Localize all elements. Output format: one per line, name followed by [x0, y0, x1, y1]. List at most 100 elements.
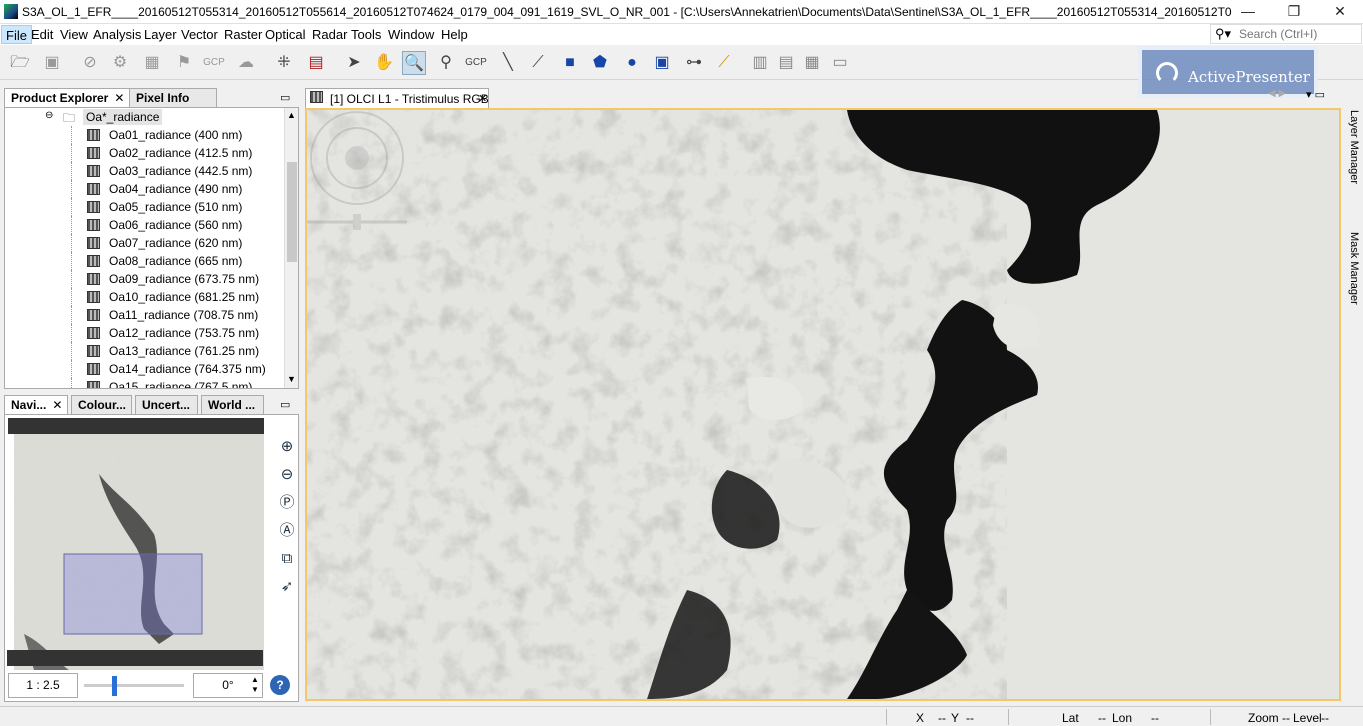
- restore-button[interactable]: ❐: [1271, 0, 1317, 24]
- tab-uncertainty[interactable]: Uncert...: [135, 395, 198, 414]
- band-label: Oa02_radiance (412.5 nm): [109, 146, 253, 160]
- scroll-down-icon[interactable]: ▼: [287, 374, 296, 384]
- pan-tool-icon[interactable]: ✋: [372, 51, 396, 75]
- menu-raster[interactable]: Raster: [224, 27, 262, 42]
- tab-product-explorer[interactable]: Product Explorer ✕: [4, 88, 132, 107]
- tree-guide-line: [71, 162, 72, 180]
- band-list-item[interactable]: Oa02_radiance (412.5 nm): [5, 144, 284, 162]
- ellipse-draw-icon[interactable]: ●: [620, 51, 644, 75]
- menu-radar[interactable]: Radar: [312, 27, 347, 42]
- tab-image-view[interactable]: [1] OLCI L1 - Tristimulus RGB ✕: [305, 88, 489, 108]
- nav-thumbnail[interactable]: [14, 434, 264, 670]
- menu-tools[interactable]: Tools: [351, 27, 381, 42]
- close-button[interactable]: ✕: [1317, 0, 1363, 24]
- band-list-item[interactable]: Oa13_radiance (761.25 nm): [5, 342, 284, 360]
- menu-layer[interactable]: Layer: [144, 27, 177, 42]
- band-list-item[interactable]: Oa11_radiance (708.75 nm): [5, 306, 284, 324]
- menu-view[interactable]: View: [60, 27, 88, 42]
- band-list-item[interactable]: Oa14_radiance (764.375 nm): [5, 360, 284, 378]
- tree-folder-oa-radiance[interactable]: ⊖ 🗀 Oa*_radiance: [5, 108, 285, 126]
- wand-icon[interactable]: ⟋: [712, 51, 736, 75]
- tab-world[interactable]: World ...: [201, 395, 264, 414]
- menu-optical[interactable]: Optical: [265, 27, 305, 42]
- rectangle-draw-icon[interactable]: ■: [558, 51, 582, 75]
- tree-guide-line: [71, 288, 72, 306]
- close-tab-icon[interactable]: ✕: [52, 398, 62, 412]
- ruler-icon[interactable]: ⊶: [682, 51, 706, 75]
- zoom-pixel-icon[interactable]: Ⓟ: [277, 493, 297, 513]
- magic-wand-icon[interactable]: ▣: [650, 51, 674, 75]
- tile-evenly-icon[interactable]: ▥: [748, 51, 772, 75]
- minimize-panel-icon[interactable]: ▭: [280, 398, 290, 411]
- tile-horizontal-icon[interactable]: ▤: [774, 51, 798, 75]
- band-list-item[interactable]: Oa03_radiance (442.5 nm): [5, 162, 284, 180]
- tab-pixel-info[interactable]: Pixel Info: [129, 88, 217, 107]
- rotation-spinner-icon[interactable]: ▲ ▼: [251, 675, 259, 695]
- zoom-all-icon[interactable]: Ⓐ: [277, 521, 297, 541]
- close-tab-icon[interactable]: ✕: [478, 92, 487, 105]
- zoom-slider-thumb[interactable]: [112, 676, 117, 696]
- polygon-draw-icon[interactable]: ⬟: [588, 51, 612, 75]
- band-list-item[interactable]: Oa12_radiance (753.75 nm): [5, 324, 284, 342]
- zoom-out-icon[interactable]: ⊖: [277, 465, 297, 485]
- nav-viewport-rect[interactable]: [63, 553, 203, 635]
- graph-builder-icon[interactable]: ⚙: [108, 51, 132, 75]
- band-list-item[interactable]: Oa04_radiance (490 nm): [5, 180, 284, 198]
- band-list-item[interactable]: Oa06_radiance (560 nm): [5, 216, 284, 234]
- tab-navigation[interactable]: Navi... ✕: [4, 395, 68, 414]
- line-draw-icon[interactable]: ╲: [496, 51, 520, 75]
- band-list-item[interactable]: Oa15_radiance (767.5 nm): [5, 378, 284, 388]
- band-list-item[interactable]: Oa01_radiance (400 nm): [5, 126, 284, 144]
- search-input[interactable]: ⚲▾ Search (Ctrl+I): [1210, 24, 1362, 44]
- tree-guide-line: [71, 378, 72, 388]
- menu-analysis[interactable]: Analysis: [93, 27, 141, 42]
- side-tab-mask-manager[interactable]: Mask Manager: [1348, 232, 1360, 305]
- menu-window[interactable]: Window: [388, 27, 434, 42]
- help-icon[interactable]: ?: [270, 675, 290, 695]
- collapse-icon[interactable]: ⊖: [45, 110, 53, 121]
- minimize-button[interactable]: —: [1225, 0, 1271, 24]
- sync-views-icon[interactable]: ⧉: [277, 549, 297, 569]
- tab-list-icon[interactable]: ▾ ▭: [1306, 88, 1325, 101]
- grid-icon[interactable]: ▦: [140, 51, 164, 75]
- sync-cursor-icon[interactable]: ➶: [277, 577, 297, 597]
- image-view[interactable]: [305, 108, 1341, 701]
- menu-help[interactable]: Help: [441, 27, 468, 42]
- side-tab-layer-manager[interactable]: Layer Manager: [1348, 110, 1360, 184]
- gcp-placing-icon[interactable]: GCP: [464, 51, 488, 75]
- tab-colour[interactable]: Colour...: [71, 395, 132, 414]
- band-list-item[interactable]: Oa09_radiance (673.75 nm): [5, 270, 284, 288]
- zoom-slider-track[interactable]: [84, 684, 184, 687]
- scrollbar[interactable]: ▲ ▼: [284, 108, 298, 388]
- gcp-icon[interactable]: GCP: [202, 51, 226, 75]
- minimize-panel-icon[interactable]: ▭: [280, 91, 290, 104]
- tile-single-icon[interactable]: ▭: [828, 51, 852, 75]
- scale-field[interactable]: 1 : 2.5: [8, 673, 78, 698]
- menu-edit[interactable]: Edit: [31, 27, 53, 42]
- tab-scroll-arrows-icon[interactable]: ◀ ▶: [1268, 88, 1286, 99]
- menu-file[interactable]: File: [1, 25, 32, 44]
- menu-vector[interactable]: Vector: [181, 27, 218, 42]
- close-tab-icon[interactable]: ✕: [114, 91, 124, 105]
- scroll-up-icon[interactable]: ▲: [287, 110, 296, 120]
- zoom-in-icon[interactable]: ⊕: [277, 437, 297, 457]
- band-list-item[interactable]: Oa10_radiance (681.25 nm): [5, 288, 284, 306]
- satellite-image[interactable]: [307, 110, 1339, 699]
- scrollbar-thumb[interactable]: [287, 162, 297, 262]
- select-tool-icon[interactable]: ➤: [342, 51, 366, 75]
- tile-grid-icon[interactable]: ▦: [800, 51, 824, 75]
- zoom-tool-icon[interactable]: 🔍: [402, 51, 426, 75]
- band-list-item[interactable]: Oa07_radiance (620 nm): [5, 234, 284, 252]
- pin-placing-icon[interactable]: ⚲: [434, 51, 458, 75]
- band-list-item[interactable]: Oa05_radiance (510 nm): [5, 198, 284, 216]
- range-finder-icon[interactable]: ▤: [304, 51, 328, 75]
- pixel-position-icon[interactable]: ⁜: [272, 51, 296, 75]
- tree-guide-line: [71, 126, 72, 144]
- cloud-icon[interactable]: ☁: [234, 51, 258, 75]
- band-list-item[interactable]: Oa08_radiance (665 nm): [5, 252, 284, 270]
- polyline-draw-icon[interactable]: ⟋: [526, 51, 550, 75]
- open-product-icon[interactable]: 🗁: [8, 51, 32, 75]
- band-maths-icon[interactable]: ⊘: [78, 51, 102, 75]
- save-product-icon[interactable]: ▣: [40, 51, 64, 75]
- pin-icon[interactable]: ⚑: [172, 51, 196, 75]
